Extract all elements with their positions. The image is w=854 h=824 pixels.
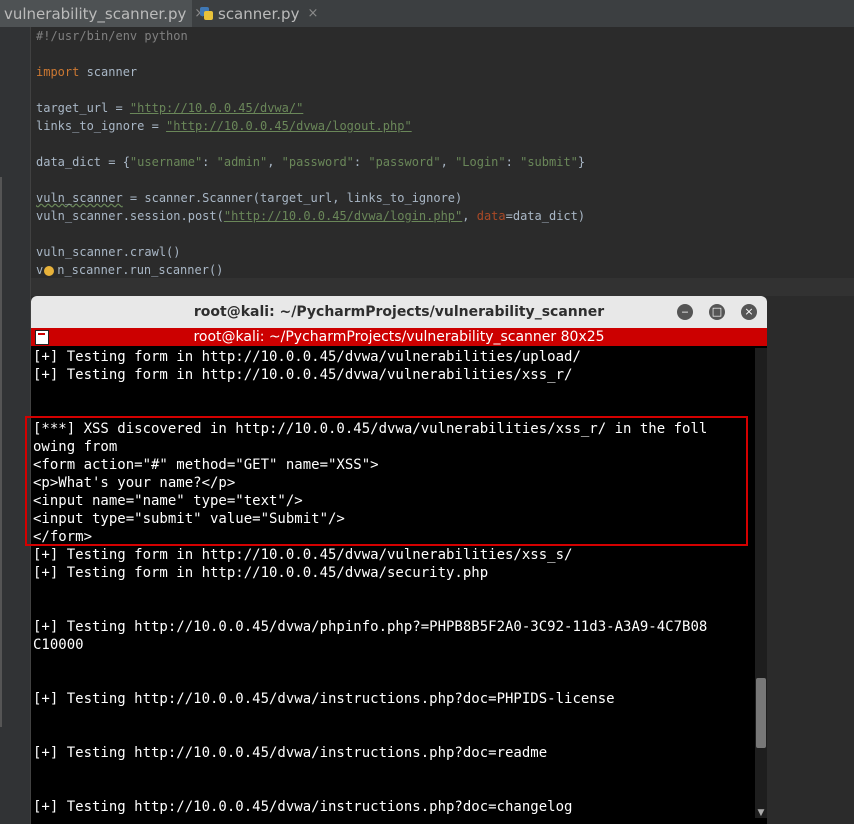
terminal-icon (35, 330, 49, 345)
tab-label: vulnerability_scanner.py (4, 4, 187, 23)
terminal-line: [+] Testing form in http://10.0.0.45/dvw… (33, 547, 573, 563)
close-icon[interactable]: × (741, 304, 757, 320)
gutter-marker (0, 177, 2, 727)
code-line-target-url: target_url = "http://10.0.0.45/dvwa/" (36, 101, 304, 115)
terminal-window[interactable]: root@kali: ~/PycharmProjects/vulnerabili… (31, 296, 767, 824)
scroll-down-icon[interactable]: ▼ (756, 808, 766, 818)
tab-vulnerability-scanner[interactable]: vulnerability_scanner.py × (0, 0, 205, 27)
terminal-line: [+] Testing form in http://10.0.0.45/dvw… (33, 565, 489, 581)
terminal-tab-title: root@kali: ~/PycharmProjects/vulnerabili… (193, 329, 605, 345)
python-file-icon (200, 7, 213, 20)
code-line-run-scanner: v n_scanner.run_scanner() (36, 263, 224, 277)
terminal-title-bar: root@kali: ~/PycharmProjects/vulnerabili… (31, 296, 767, 328)
code-line-data-dict: data_dict = {"username": "admin", "passw… (36, 155, 586, 169)
terminal-line: [+] Testing http://10.0.0.45/dvwa/instru… (33, 799, 573, 815)
code-line-vuln-scanner: vuln_scanner = scanner.Scanner(target_ur… (36, 191, 463, 205)
terminal-scrollbar[interactable]: ▼ (755, 348, 767, 818)
terminal-line: [+] Testing form in http://10.0.0.45/dvw… (33, 349, 581, 365)
code-line-links-to-ignore: links_to_ignore = "http://10.0.0.45/dvwa… (36, 119, 412, 133)
terminal-line: [+] Testing form in http://10.0.0.45/dvw… (33, 367, 573, 383)
code-line-crawl: vuln_scanner.crawl() (36, 245, 181, 259)
lightbulb-icon[interactable] (44, 266, 54, 276)
tab-label: scanner.py (218, 4, 300, 23)
terminal-line: [+] Testing http://10.0.0.45/dvwa/phpinf… (33, 619, 708, 635)
editor-tab-bar: vulnerability_scanner.py × scanner.py × (0, 0, 854, 28)
scrollbar-thumb[interactable] (756, 678, 766, 748)
code-line-session-post: vuln_scanner.session.post("http://10.0.0… (36, 209, 586, 223)
code-line-shebang: #!/usr/bin/env python (36, 29, 188, 43)
code-line-import: import scanner (36, 65, 138, 79)
terminal-line: [+] Testing http://10.0.0.45/dvwa/instru… (33, 745, 548, 761)
xss-highlight-box (25, 416, 748, 546)
maximize-icon[interactable]: □ (709, 304, 725, 320)
tab-scanner[interactable]: scanner.py × (200, 0, 320, 27)
terminal-line: C10000 (33, 637, 84, 653)
terminal-tab-bar: root@kali: ~/PycharmProjects/vulnerabili… (31, 328, 767, 346)
close-icon[interactable]: × (307, 6, 318, 21)
terminal-line: [+] Testing http://10.0.0.45/dvwa/instru… (33, 691, 615, 707)
minimize-icon[interactable]: ‒ (677, 304, 693, 320)
terminal-window-title: root@kali: ~/PycharmProjects/vulnerabili… (193, 304, 605, 320)
caret-line (31, 278, 854, 296)
